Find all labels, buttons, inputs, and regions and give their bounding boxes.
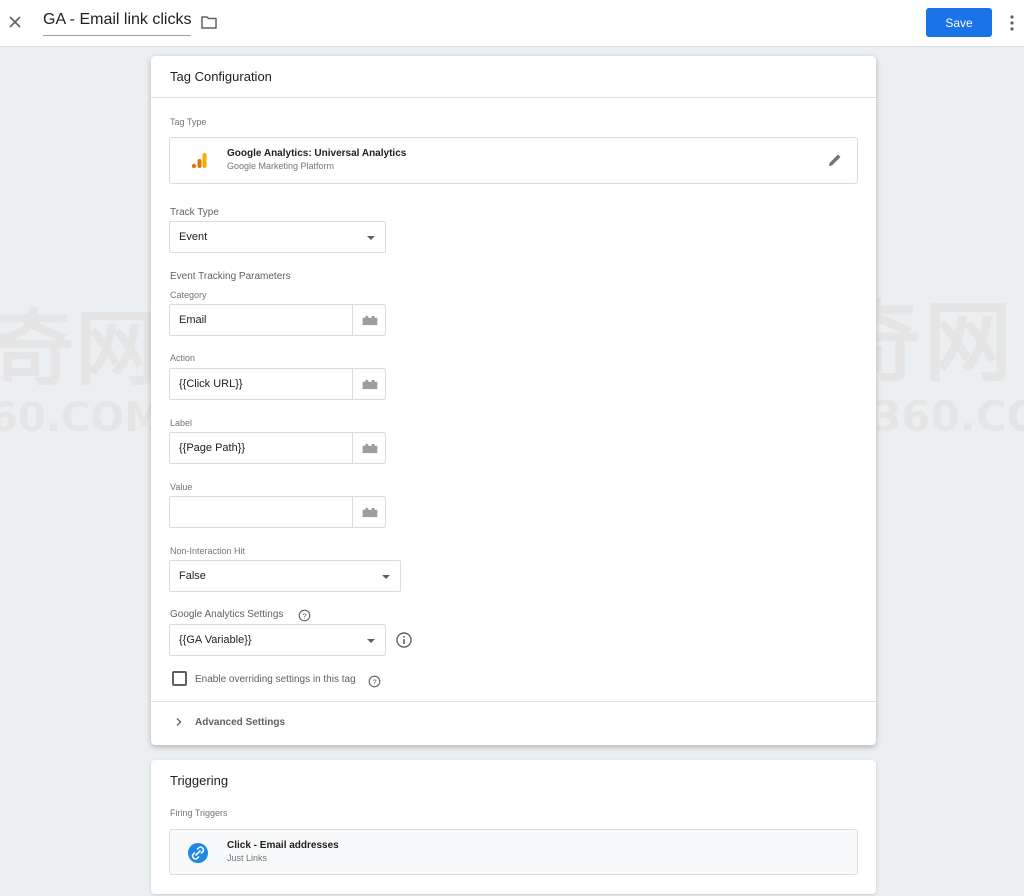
help-icon[interactable]: ? [298,609,311,622]
tag-name-title[interactable]: GA - Email link clicks [43,11,191,36]
tag-type-title: Google Analytics: Universal Analytics [227,148,407,159]
trigger-subtitle: Just Links [227,853,268,863]
category-label: Category [170,290,207,300]
edit-pencil-icon[interactable] [827,152,843,168]
variable-picker-button[interactable] [352,369,385,399]
tag-configuration-card: Tag Configuration Tag Type Google Analyt… [151,56,876,745]
help-icon[interactable]: ? [368,675,381,688]
triggering-card: Triggering Firing Triggers Click - Email… [151,760,876,894]
label-field-label: Label [170,418,193,428]
variable-picker-button[interactable] [352,433,385,463]
action-label: Action [170,353,196,363]
watermark-left-en: 60.COM [0,395,165,441]
variable-picker-button[interactable] [352,305,385,335]
track-type-value: Event [179,231,208,243]
label-field[interactable]: {{Page Path}} [169,432,386,464]
track-type-dropdown[interactable]: Event [169,221,386,253]
variable-block-icon [362,507,378,518]
non-interaction-value: False [179,570,206,582]
link-click-trigger-icon [188,843,208,863]
tag-type-selector[interactable]: Google Analytics: Universal Analytics Go… [169,137,858,184]
action-value: {{Click URL}} [179,378,243,390]
enable-overriding-checkbox[interactable] [172,671,187,686]
action-field[interactable]: {{Click URL}} [169,368,386,400]
advanced-settings-toggle[interactable]: Advanced Settings [195,717,285,728]
tag-type-label: Tag Type [170,117,207,127]
card-heading: Tag Configuration [151,56,876,98]
ga-settings-label: Google Analytics Settings [170,609,284,620]
chevron-right-icon[interactable] [174,717,184,727]
ga-settings-value: {{GA Variable}} [179,634,252,646]
value-field[interactable] [169,496,386,528]
ga-settings-dropdown[interactable]: {{GA Variable}} [169,624,386,656]
watermark-left-cn: 奇网 [0,302,161,397]
value-label: Value [170,482,193,492]
variable-block-icon [362,379,378,390]
firing-triggers-label: Firing Triggers [170,808,228,818]
track-type-label: Track Type [170,207,219,218]
enable-overriding-label: Enable overriding settings in this tag [195,674,356,685]
category-field[interactable]: Email [169,304,386,336]
info-icon[interactable] [396,632,412,648]
google-analytics-icon [191,153,207,169]
variable-block-icon [362,443,378,454]
dropdown-caret-icon [367,236,375,240]
divider [151,701,876,702]
tag-type-subtitle: Google Marketing Platform [227,161,335,171]
more-vert-icon[interactable] [1006,13,1018,33]
svg-text:?: ? [302,611,306,620]
trigger-item[interactable]: Click - Email addresses Just Links [169,829,858,875]
label-value: {{Page Path}} [179,442,246,454]
category-value: Email [179,314,207,326]
non-interaction-hit-label: Non-Interaction Hit [170,546,246,556]
card-heading: Triggering [170,773,229,788]
dropdown-caret-icon [367,639,375,643]
trigger-title: Click - Email addresses [227,840,339,851]
save-button[interactable]: Save [926,8,992,37]
variable-block-icon [362,315,378,326]
non-interaction-dropdown[interactable]: False [169,560,401,592]
folder-icon[interactable] [200,13,218,31]
svg-text:?: ? [372,677,376,686]
variable-picker-button[interactable] [352,497,385,527]
event-tracking-parameters-label: Event Tracking Parameters [170,271,291,282]
dropdown-caret-icon [382,575,390,579]
top-bar: GA - Email link clicks Save [0,0,1024,47]
close-icon[interactable] [4,11,26,33]
